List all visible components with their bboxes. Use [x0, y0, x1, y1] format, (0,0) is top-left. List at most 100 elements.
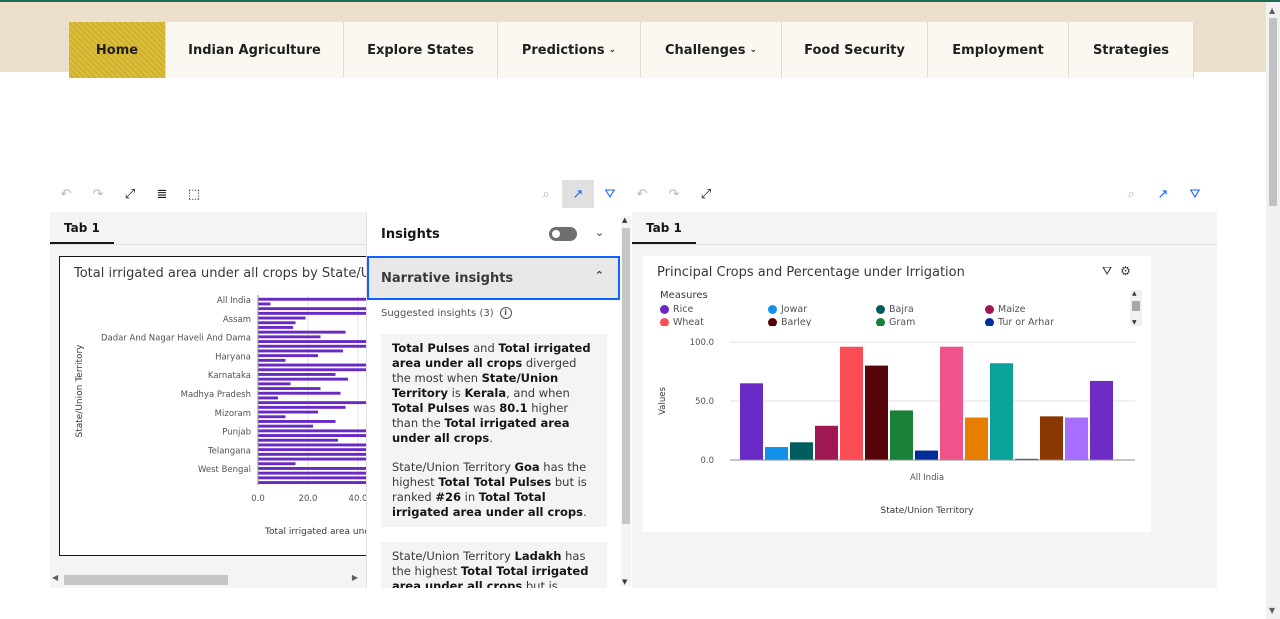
nav-explore-states[interactable]: Explore States: [344, 22, 498, 78]
bar: [258, 401, 368, 405]
insights-toggle[interactable]: [549, 227, 577, 241]
redo-icon[interactable]: ↷: [82, 180, 114, 208]
layout-icon[interactable]: ≣: [146, 180, 178, 208]
insight-highlight: Ladakh: [514, 549, 562, 563]
chevron-down-icon: ⌄: [749, 45, 757, 55]
nav-predictions[interactable]: Predictions ⌄: [498, 22, 641, 78]
bar: [258, 457, 368, 461]
main-nav: Home Indian Agriculture Explore States Pred…: [69, 22, 1194, 78]
insights-scroll-up-icon[interactable]: ▲: [622, 216, 627, 224]
scroll-right-arrow-icon[interactable]: ▶: [352, 573, 358, 582]
tab-right-1[interactable]: Tab 1: [632, 212, 696, 244]
bar: [258, 415, 286, 419]
insight-card[interactable]: Total Pulses and Total irrigated area un…: [381, 334, 607, 453]
bar: [965, 417, 988, 460]
bar: [258, 326, 293, 329]
y-tick-label: Telangana: [207, 446, 251, 456]
y-tick-label: Karnataka: [208, 371, 251, 381]
narrative-insights-accordion[interactable]: Narrative insights ⌃: [367, 256, 620, 300]
bar: [258, 410, 318, 414]
nav-strategies[interactable]: Strategies: [1069, 22, 1194, 78]
nav-employment[interactable]: Employment: [928, 22, 1069, 78]
redo-icon-2[interactable]: ↷: [658, 180, 690, 208]
bar: [258, 452, 368, 456]
bar: [258, 448, 368, 452]
page-scroll-thumb[interactable]: [1269, 18, 1277, 206]
page-scrollbar[interactable]: ▲ ▼: [1266, 2, 1280, 619]
bar: [258, 302, 271, 306]
insight-text: .: [489, 431, 493, 445]
filter-icon[interactable]: ⛛: [594, 180, 626, 208]
bar: [915, 450, 938, 460]
nav-label: Employment: [952, 42, 1044, 58]
suggested-insights-text: Suggested insights (3): [381, 307, 494, 319]
nav-indian-agriculture[interactable]: Indian Agriculture: [166, 22, 344, 78]
narrative-insights-title: Narrative insights: [381, 270, 514, 286]
insight-card[interactable]: State/Union Territory Goa has the highes…: [381, 453, 607, 527]
x-tick-label: 0.0: [251, 494, 265, 504]
tab-left-1[interactable]: Tab 1: [50, 212, 114, 244]
insight-text: State/Union Territory: [392, 549, 515, 563]
zoom-icon[interactable]: ⌕: [530, 180, 562, 208]
select-icon[interactable]: ⬚: [178, 180, 210, 208]
bar: [258, 335, 321, 339]
left-hscroll-thumb[interactable]: [64, 575, 228, 585]
suggested-insights-label: Suggested insights (3) i: [381, 307, 512, 319]
scroll-left-arrow-icon[interactable]: ◀: [52, 573, 58, 582]
bar: [258, 340, 368, 343]
bar: [258, 311, 368, 315]
bar: [258, 438, 338, 442]
site-header: Home Indian Agriculture Explore States Pred…: [0, 2, 1266, 78]
bar: [258, 429, 368, 433]
filter-icon-right[interactable]: ⛛: [1179, 180, 1211, 208]
insight-card[interactable]: State/Union Territory Ladakh has the hig…: [381, 542, 607, 588]
chevron-down-icon[interactable]: ⌄: [595, 226, 604, 239]
nav-home[interactable]: Home: [69, 22, 166, 78]
bar: [258, 481, 368, 484]
scroll-up-arrow-icon[interactable]: ▲: [1269, 6, 1275, 15]
nav-challenges[interactable]: Challenges ⌄: [641, 22, 782, 78]
expand-icon-2[interactable]: ⤢: [690, 180, 722, 208]
left-toolbar: ↶ ↷ ⤢ ≣ ⬚: [50, 180, 210, 208]
left-horizontal-scrollbar[interactable]: ◀ ▶: [52, 573, 362, 586]
undo-icon-2[interactable]: ↶: [626, 180, 658, 208]
info-icon[interactable]: i: [499, 307, 512, 319]
undo-icon[interactable]: ↶: [50, 180, 82, 208]
x-axis-label: State/Union Territory: [880, 506, 974, 516]
insights-scroll-thumb[interactable]: [622, 228, 630, 524]
y-axis-label: State/Union Territory: [75, 344, 85, 438]
nav-food-security[interactable]: Food Security: [782, 22, 928, 78]
insights-scrollbar[interactable]: ▲ ▼: [621, 216, 631, 586]
bar: [258, 424, 313, 428]
y-tick-label: Assam: [223, 315, 251, 325]
insight-highlight: Total Pulses: [392, 401, 470, 415]
scroll-down-arrow-icon[interactable]: ▼: [1269, 606, 1275, 615]
bar: [258, 344, 368, 348]
bar: [258, 330, 346, 334]
insights-scroll-down-icon[interactable]: ▼: [622, 578, 627, 586]
bar: [1090, 380, 1113, 460]
zoom-icon-right[interactable]: ⌕: [1115, 180, 1147, 208]
bar: [990, 363, 1013, 460]
bar: [740, 383, 763, 460]
insights-icon-right[interactable]: ↗: [1147, 180, 1179, 208]
nav-label: Food Security: [804, 42, 905, 58]
bar: [258, 354, 318, 358]
chevron-up-icon[interactable]: ⌃: [595, 269, 604, 282]
insight-highlight: #26: [435, 490, 461, 504]
bar: [765, 447, 788, 460]
left-tabbar: Tab 1: [50, 212, 368, 245]
bar: [258, 405, 346, 409]
nav-label: Challenges: [665, 42, 746, 58]
insight-highlight: Total Pulses: [392, 341, 470, 355]
insight-text: is: [447, 386, 465, 400]
bar: [258, 368, 368, 372]
bar: [790, 442, 813, 460]
expand-icon[interactable]: ⤢: [114, 180, 146, 208]
bar: [258, 476, 368, 480]
y-tick-label: All India: [217, 296, 251, 306]
left-chart-card: Total irrigated area under all crops by …: [59, 256, 368, 556]
bar: [258, 467, 368, 470]
insight-highlight: Kerala: [464, 386, 507, 400]
insights-toggle-icon[interactable]: ↗: [562, 180, 594, 208]
